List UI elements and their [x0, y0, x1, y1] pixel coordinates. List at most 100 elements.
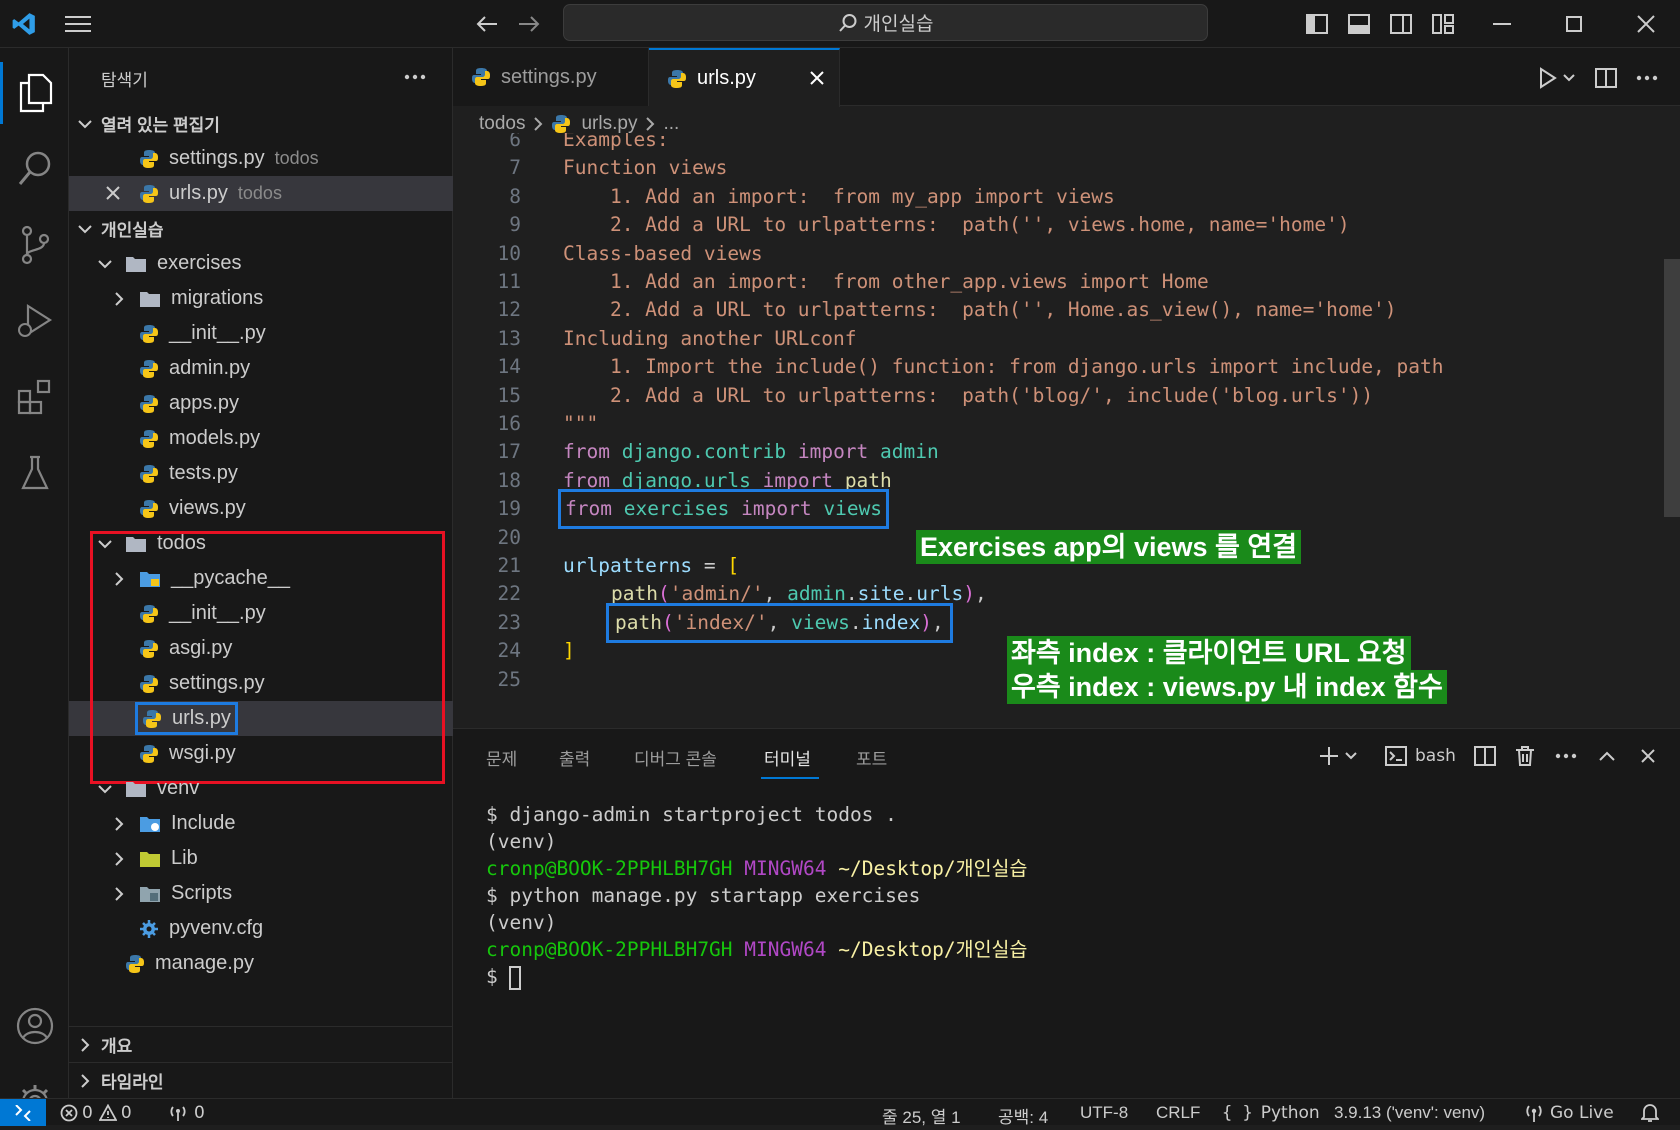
tree-folder-include[interactable]: Include: [69, 806, 453, 841]
toggle-secondary-sidebar-icon[interactable]: [1386, 10, 1416, 38]
remote-indicator[interactable]: [0, 1099, 46, 1126]
customize-layout-icon[interactable]: [1428, 10, 1458, 38]
line-number: 12: [497, 298, 521, 322]
chevron-down-icon: [97, 256, 113, 272]
open-editor-settings[interactable]: settings.py todos: [69, 141, 453, 176]
timeline-header[interactable]: 타임라인: [69, 1063, 453, 1098]
testing-icon[interactable]: [10, 444, 60, 502]
chevron-right-icon: [77, 1037, 93, 1053]
extensions-icon[interactable]: [10, 368, 60, 426]
include-folder-icon: [139, 815, 161, 833]
back-arrow-icon[interactable]: [470, 8, 504, 40]
tree-file[interactable]: manage.py: [69, 946, 453, 981]
python-interpreter[interactable]: 3.9.13 ('venv': venv): [1334, 1103, 1485, 1123]
search-view-icon[interactable]: [10, 140, 60, 198]
menu-icon[interactable]: [60, 8, 96, 40]
tree-file[interactable]: admin.py: [69, 351, 453, 386]
outline-header[interactable]: 개요: [69, 1027, 453, 1062]
terminal-line: (venv): [486, 911, 557, 934]
breadcrumb-folder[interactable]: todos: [479, 113, 525, 135]
line-number: 25: [497, 667, 521, 691]
code-line-highlighted: path('index/', views.index),: [606, 602, 953, 643]
tab-output[interactable]: 출력: [559, 745, 590, 770]
timeline-label: 타임라인: [101, 1073, 164, 1092]
tree-folder-venv[interactable]: venv: [69, 771, 453, 806]
code-line-highlighted: from exercises import views: [557, 489, 890, 530]
command-center-search[interactable]: 개인실습: [563, 4, 1208, 41]
code-line: Class-based views: [563, 241, 763, 265]
breadcrumb-file[interactable]: urls.py: [581, 113, 637, 135]
tree-folder-exercises[interactable]: exercises: [69, 246, 453, 281]
maximize-icon[interactable]: [1554, 10, 1594, 38]
tab-settings[interactable]: settings.py: [453, 48, 649, 106]
tree-file[interactable]: models.py: [69, 421, 453, 456]
close-window-icon[interactable]: [1626, 10, 1666, 38]
run-debug-icon[interactable]: [10, 292, 60, 350]
close-panel-icon[interactable]: [1631, 741, 1665, 771]
open-editor-urls[interactable]: urls.py todos: [69, 176, 453, 211]
tab-terminal[interactable]: 터미널: [764, 745, 811, 770]
tree-folder-migrations[interactable]: migrations: [69, 281, 453, 316]
go-live[interactable]: Go Live: [1524, 1099, 1614, 1126]
line-number: 21: [497, 554, 521, 577]
split-terminal-icon[interactable]: [1468, 741, 1502, 771]
tree-file[interactable]: pyvenv.cfg: [69, 911, 453, 946]
workspace-header[interactable]: 개인실습: [69, 211, 453, 246]
problems-status[interactable]: 0 0: [60, 1099, 132, 1126]
python-file-icon: [139, 464, 159, 484]
line-number: 14: [497, 355, 521, 379]
tab-urls[interactable]: urls.py: [649, 48, 840, 107]
tab-ports[interactable]: 포트: [856, 745, 887, 770]
accounts-icon[interactable]: [10, 998, 60, 1054]
status-bar: 0 0 0 줄 25, 열 1 공백: 4 UTF-8 CRLF { } Pyt…: [0, 1098, 1680, 1128]
tab-debug-console[interactable]: 디버그 콘솔: [634, 745, 717, 770]
source-control-icon[interactable]: [10, 216, 60, 274]
indentation[interactable]: 공백: 4: [998, 1103, 1048, 1128]
panel-more-icon[interactable]: [1548, 741, 1584, 771]
more-actions-icon[interactable]: [397, 64, 433, 90]
toggle-primary-sidebar-icon[interactable]: [1302, 10, 1332, 38]
new-terminal-icon[interactable]: [1313, 741, 1363, 771]
terminal-input-line[interactable]: $: [486, 963, 522, 990]
active-indicator: [0, 62, 3, 124]
open-editors-header[interactable]: 열려 있는 편집기: [69, 106, 453, 141]
maximize-panel-icon[interactable]: [1590, 741, 1624, 771]
tree-file[interactable]: __init__.py: [69, 316, 453, 351]
line-number: 11: [497, 270, 521, 293]
activity-bar: [0, 48, 69, 1119]
editor-scrollbar[interactable]: [1664, 259, 1680, 517]
shell-selector[interactable]: bash: [1385, 741, 1456, 771]
tree-folder-scripts[interactable]: Scripts: [69, 876, 453, 911]
end-of-line[interactable]: CRLF: [1156, 1103, 1200, 1123]
ports-status[interactable]: 0: [168, 1099, 205, 1126]
run-file-icon[interactable]: [1531, 64, 1581, 92]
editor-more-icon[interactable]: [1629, 64, 1665, 92]
code-line: """: [563, 412, 599, 435]
tree-file[interactable]: apps.py: [69, 386, 453, 421]
close-editor-icon[interactable]: [105, 185, 121, 201]
tree-folder-lib[interactable]: Lib: [69, 841, 453, 876]
forward-arrow-icon[interactable]: [512, 8, 546, 40]
encoding[interactable]: UTF-8: [1080, 1103, 1128, 1123]
tree-file[interactable]: tests.py: [69, 456, 453, 491]
python-file-icon: [551, 114, 571, 134]
cursor-position[interactable]: 줄 25, 열 1: [882, 1103, 961, 1128]
tree-file[interactable]: views.py: [69, 491, 453, 526]
code-line: from django.urls import path: [563, 468, 892, 492]
toggle-panel-icon[interactable]: [1344, 10, 1374, 38]
notifications-bell-icon[interactable]: [1636, 1101, 1664, 1125]
trash-icon[interactable]: [1508, 741, 1542, 771]
breadcrumb-more[interactable]: ...: [663, 113, 679, 135]
search-icon: [838, 13, 858, 33]
split-editor-icon[interactable]: [1589, 64, 1623, 92]
explorer-icon[interactable]: [10, 64, 60, 122]
todos-highlight-box: [90, 531, 445, 784]
python-file-icon: [139, 499, 159, 519]
minimize-icon[interactable]: [1482, 10, 1522, 38]
outline-label: 개요: [101, 1037, 133, 1056]
tree-label: Scripts: [171, 882, 233, 904]
tab-problems[interactable]: 문제: [486, 745, 517, 770]
close-tab-icon[interactable]: [809, 70, 825, 86]
language-mode[interactable]: { } Python: [1222, 1099, 1320, 1126]
terminal-output[interactable]: $ django-admin startproject todos . (ven…: [453, 789, 1680, 1099]
